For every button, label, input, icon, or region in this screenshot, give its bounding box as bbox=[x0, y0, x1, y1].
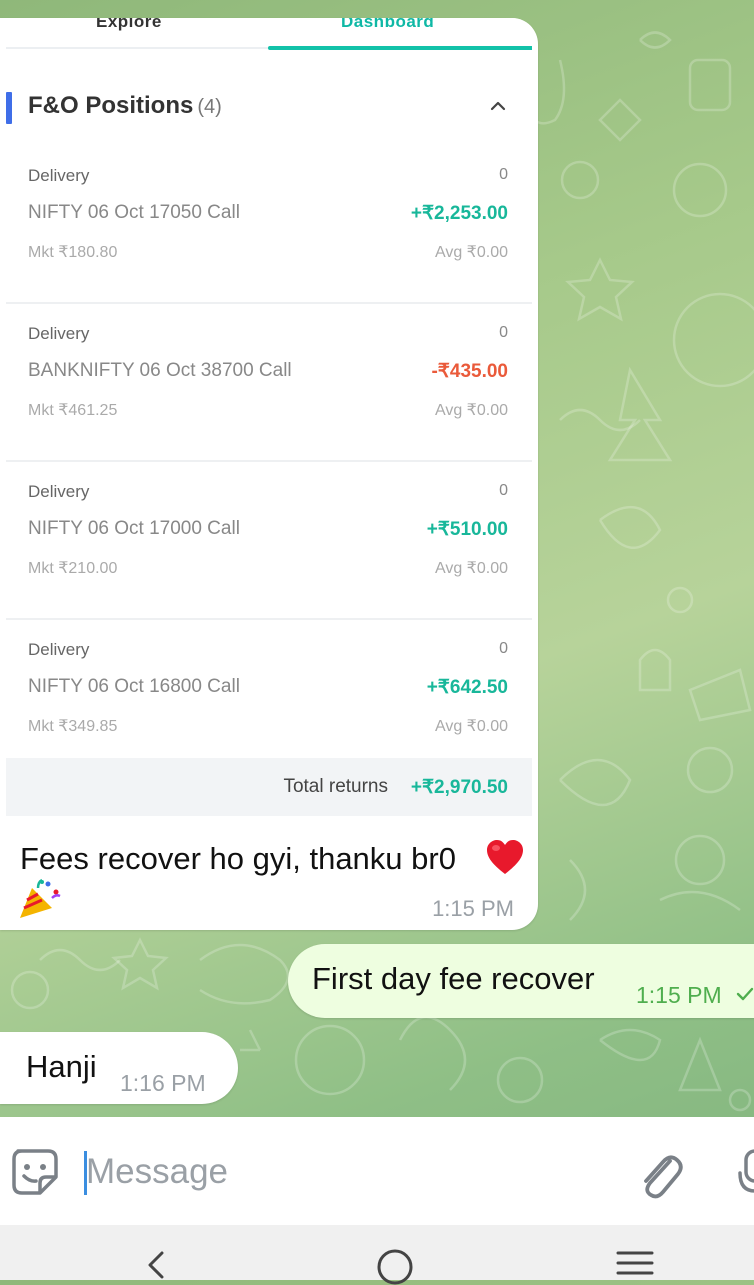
message-text: Hanji bbox=[26, 1049, 97, 1084]
total-returns-bar: Total returns +₹2,970.50 bbox=[6, 758, 532, 816]
heart-emoji-icon bbox=[487, 840, 523, 874]
average-price: Avg ₹0.00 bbox=[434, 402, 508, 419]
market-price: Mkt ₹180.80 bbox=[28, 244, 118, 261]
pnl-value: -₹435.00 bbox=[431, 361, 508, 382]
message-time: 1:15 PM bbox=[432, 896, 514, 921]
message-time: 1:15 PM bbox=[636, 982, 722, 1008]
quantity: 0 bbox=[499, 640, 508, 657]
quantity: 0 bbox=[499, 482, 508, 499]
market-price: Mkt ₹210.00 bbox=[28, 560, 118, 577]
section-accent-bar bbox=[6, 92, 12, 124]
position-row: Delivery 0 NIFTY 06 Oct 16800 Call +₹642… bbox=[6, 620, 532, 776]
message-input[interactable] bbox=[86, 1147, 606, 1197]
incoming-image-message[interactable]: Explore Dashboard F&O Positions (4) Deliv… bbox=[0, 18, 538, 930]
position-row: Delivery 0 BANKNIFTY 06 Oct 38700 Call -… bbox=[6, 304, 532, 462]
tab-dashboard: Dashboard bbox=[341, 18, 435, 31]
market-price: Mkt ₹461.25 bbox=[28, 402, 118, 419]
pnl-value: +₹2,253.00 bbox=[410, 203, 508, 224]
shared-screenshot[interactable]: Explore Dashboard F&O Positions (4) Deliv… bbox=[6, 18, 532, 836]
instrument-name: NIFTY 06 Oct 17000 Call bbox=[28, 518, 240, 539]
average-price: Avg ₹0.00 bbox=[434, 560, 508, 577]
position-row: Delivery 0 NIFTY 06 Oct 17000 Call +₹510… bbox=[6, 462, 532, 620]
app-tab-bar: Explore Dashboard bbox=[6, 18, 532, 52]
pnl-value: +₹510.00 bbox=[426, 519, 508, 540]
tab-explore: Explore bbox=[96, 18, 162, 31]
total-returns-label: Total returns bbox=[283, 776, 388, 797]
average-price: Avg ₹0.00 bbox=[434, 718, 508, 735]
position-row: Delivery 0 NIFTY 06 Oct 17050 Call +₹2,2… bbox=[6, 146, 532, 304]
back-nav-icon[interactable] bbox=[130, 1245, 180, 1285]
product-type: Delivery bbox=[28, 640, 90, 659]
message-text: First day fee recover bbox=[312, 961, 595, 996]
fo-positions-header: F&O Positions (4) bbox=[6, 86, 532, 130]
recents-nav-icon[interactable] bbox=[610, 1245, 660, 1285]
total-returns-value: +₹2,970.50 bbox=[410, 777, 508, 798]
party-popper-emoji-icon bbox=[20, 878, 61, 918]
instrument-name: BANKNIFTY 06 Oct 38700 Call bbox=[28, 360, 292, 381]
microphone-icon[interactable] bbox=[736, 1147, 754, 1201]
paperclip-icon[interactable] bbox=[636, 1147, 684, 1201]
pnl-value: +₹642.50 bbox=[426, 677, 508, 698]
product-type: Delivery bbox=[28, 166, 90, 185]
average-price: Avg ₹0.00 bbox=[434, 244, 508, 261]
sent-check-icon bbox=[736, 987, 754, 1001]
quantity: 0 bbox=[499, 324, 508, 341]
image-caption: Fees recover ho gyi, thanku br0 bbox=[20, 841, 456, 876]
section-title: F&O Positions (4) bbox=[28, 92, 222, 119]
quantity: 0 bbox=[499, 166, 508, 183]
message-time: 1:16 PM bbox=[120, 1070, 206, 1096]
system-nav-bar bbox=[0, 1225, 754, 1285]
instrument-name: NIFTY 06 Oct 17050 Call bbox=[28, 202, 240, 223]
emoji-sticker-icon[interactable] bbox=[10, 1147, 60, 1197]
instrument-name: NIFTY 06 Oct 16800 Call bbox=[28, 676, 240, 697]
product-type: Delivery bbox=[28, 482, 90, 501]
product-type: Delivery bbox=[28, 324, 90, 343]
message-composer bbox=[0, 1117, 754, 1225]
outgoing-message[interactable]: First day fee recover 1:15 PM bbox=[288, 944, 754, 1018]
market-price: Mkt ₹349.85 bbox=[28, 718, 118, 735]
incoming-message[interactable]: Hanji 1:16 PM bbox=[0, 1032, 238, 1104]
position-count: (4) bbox=[197, 96, 222, 118]
active-tab-indicator bbox=[268, 46, 532, 50]
chevron-up-icon bbox=[490, 101, 506, 111]
home-nav-icon[interactable] bbox=[370, 1245, 420, 1285]
